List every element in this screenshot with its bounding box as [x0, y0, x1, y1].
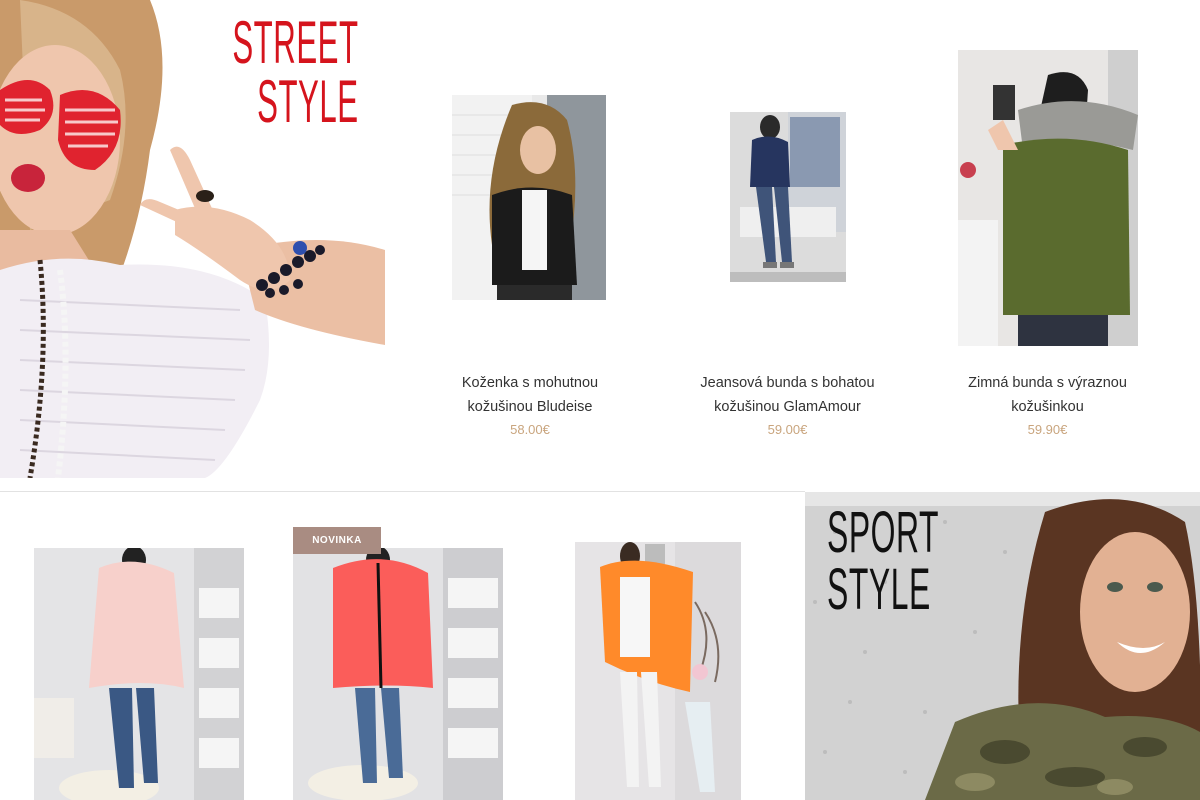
product-name-line2: kožušinou Bludeise: [467, 399, 593, 415]
sport-style-line1: SPORT: [827, 500, 940, 565]
street-style-line2: STYLE: [257, 67, 359, 135]
sport-style-title: SPORT STYLE: [827, 500, 940, 622]
product-photo: [34, 548, 244, 800]
product-image[interactable]: [958, 50, 1138, 346]
product-photo: [293, 548, 503, 800]
street-style-line1: STREET: [232, 9, 359, 76]
product-image[interactable]: [34, 548, 244, 800]
product-name[interactable]: Koženka s mohutnou kožušinou Bludeise: [425, 371, 635, 419]
sport-style-line2: STYLE: [827, 556, 931, 622]
product-card[interactable]: [293, 548, 503, 800]
product-card[interactable]: [575, 542, 741, 800]
product-image[interactable]: [575, 542, 741, 800]
product-name-line1: Zimná bunda s výraznou: [968, 375, 1127, 391]
product-card[interactable]: Zimná bunda s výraznou kožušinkou 59.90€: [940, 0, 1155, 450]
product-name[interactable]: Zimná bunda s výraznou kožušinkou: [940, 371, 1155, 419]
product-name[interactable]: Jeansová bunda s bohatou kožušinou GlamA…: [680, 371, 895, 419]
product-card[interactable]: [34, 548, 244, 800]
product-price: 59.00€: [767, 422, 808, 437]
product-photo: [730, 112, 846, 282]
product-name-line2: kožušinou GlamAmour: [714, 399, 861, 415]
product-image[interactable]: [730, 112, 846, 282]
product-price: 59.90€: [1027, 422, 1068, 437]
product-price: 58.00€: [510, 422, 550, 437]
product-photo: [452, 95, 606, 300]
product-photo: [575, 542, 741, 800]
product-name-line1: Jeansová bunda s bohatou: [700, 375, 875, 391]
product-card[interactable]: Koženka s mohutnou kožušinou Bludeise 58…: [425, 0, 635, 450]
street-style-title: STREET STYLE: [228, 9, 359, 135]
product-image[interactable]: [452, 95, 606, 300]
product-image[interactable]: [293, 548, 503, 800]
product-card[interactable]: Jeansová bunda s bohatou kožušinou GlamA…: [680, 0, 895, 450]
product-name-line1: Koženka s mohutnou: [461, 375, 599, 391]
new-badge: NOVINKA: [293, 527, 381, 554]
product-name-line2: kožušinkou: [1011, 399, 1084, 415]
product-photo: [958, 50, 1138, 346]
section-divider: [0, 491, 805, 492]
